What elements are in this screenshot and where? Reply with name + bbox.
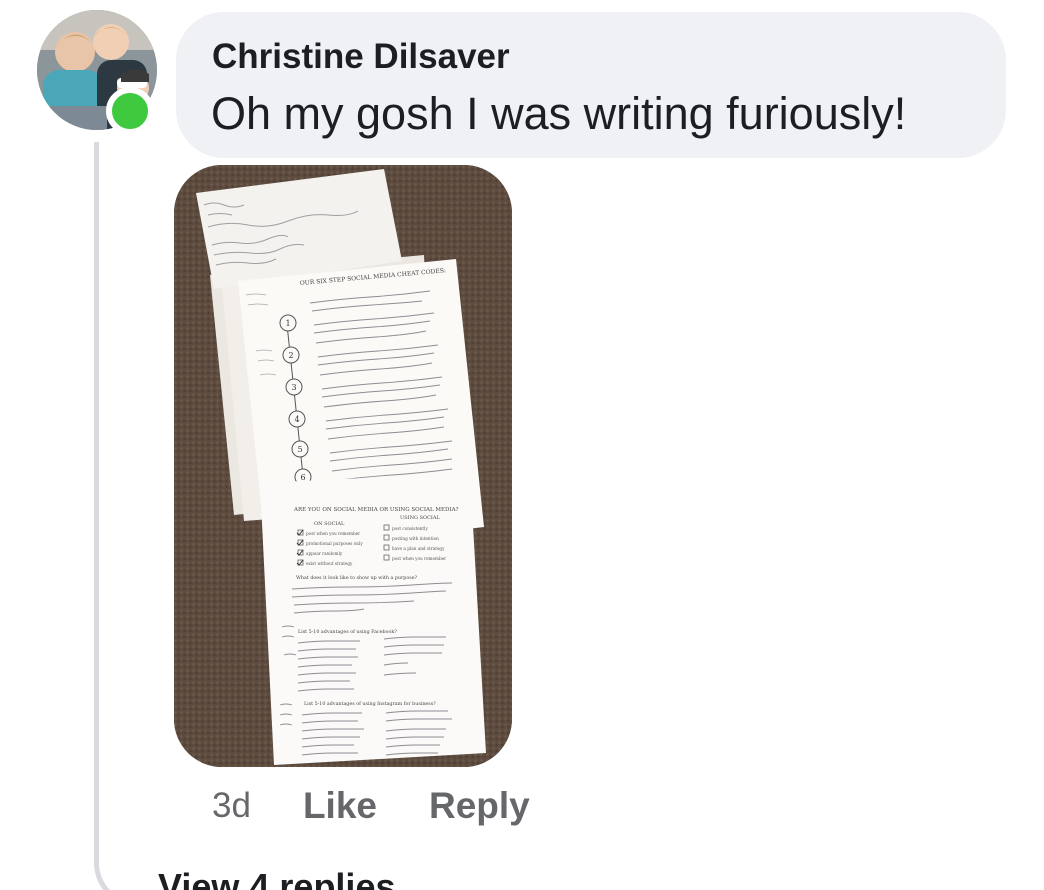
comment-photo-attachment[interactable]: OUR SIX STEP SOCIAL MEDIA CHEAT CODES: 1… (174, 165, 512, 767)
using-social-item: posting with intention (392, 536, 439, 541)
comment-text: Oh my gosh I was writing furiously! (211, 88, 907, 139)
view-replies-link[interactable]: View 4 replies (158, 866, 395, 890)
on-social-heading: ON SOCIAL (314, 521, 345, 527)
on-social-item: appear randomly (306, 551, 343, 556)
online-status-indicator (106, 87, 154, 135)
lower-sheet-title: ARE YOU ON SOCIAL MEDIA OR USING SOCIAL … (293, 507, 459, 513)
instagram-prompt: List 5-10 advantages of using Instagram … (304, 701, 436, 707)
on-social-item: promotional purposes only (306, 541, 363, 546)
comment-thread: Christine Dilsaver Oh my gosh I was writ… (0, 0, 1044, 890)
on-social-item: exist without strategy (306, 561, 353, 566)
using-social-item: post consistently (392, 526, 428, 531)
comment-timestamp[interactable]: 3d (212, 786, 251, 826)
comment-actions: 3d Like Reply (212, 784, 582, 828)
step-number: 1 (285, 319, 290, 328)
facebook-prompt: List 5-10 advantages of using Facebook? (298, 629, 397, 635)
thread-connector-line (94, 142, 149, 890)
using-social-item: post when you remember (392, 556, 446, 561)
purpose-question: What does it look like to show up with a… (296, 575, 418, 581)
comment-bubble: Christine Dilsaver Oh my gosh I was writ… (176, 12, 1006, 158)
reply-button[interactable]: Reply (429, 785, 530, 827)
step-number: 6 (300, 473, 305, 482)
using-social-item: have a plan and strategy (392, 546, 445, 551)
notes-photo: OUR SIX STEP SOCIAL MEDIA CHEAT CODES: 1… (174, 165, 512, 767)
step-number: 3 (291, 383, 296, 392)
like-button[interactable]: Like (303, 785, 377, 827)
step-number: 5 (297, 445, 302, 454)
using-social-heading: USING SOCIAL (400, 515, 441, 521)
on-social-item: post when you remember (306, 531, 360, 536)
step-number: 4 (294, 415, 299, 424)
step-number: 2 (288, 351, 293, 360)
comment-author[interactable]: Christine Dilsaver (212, 37, 510, 77)
